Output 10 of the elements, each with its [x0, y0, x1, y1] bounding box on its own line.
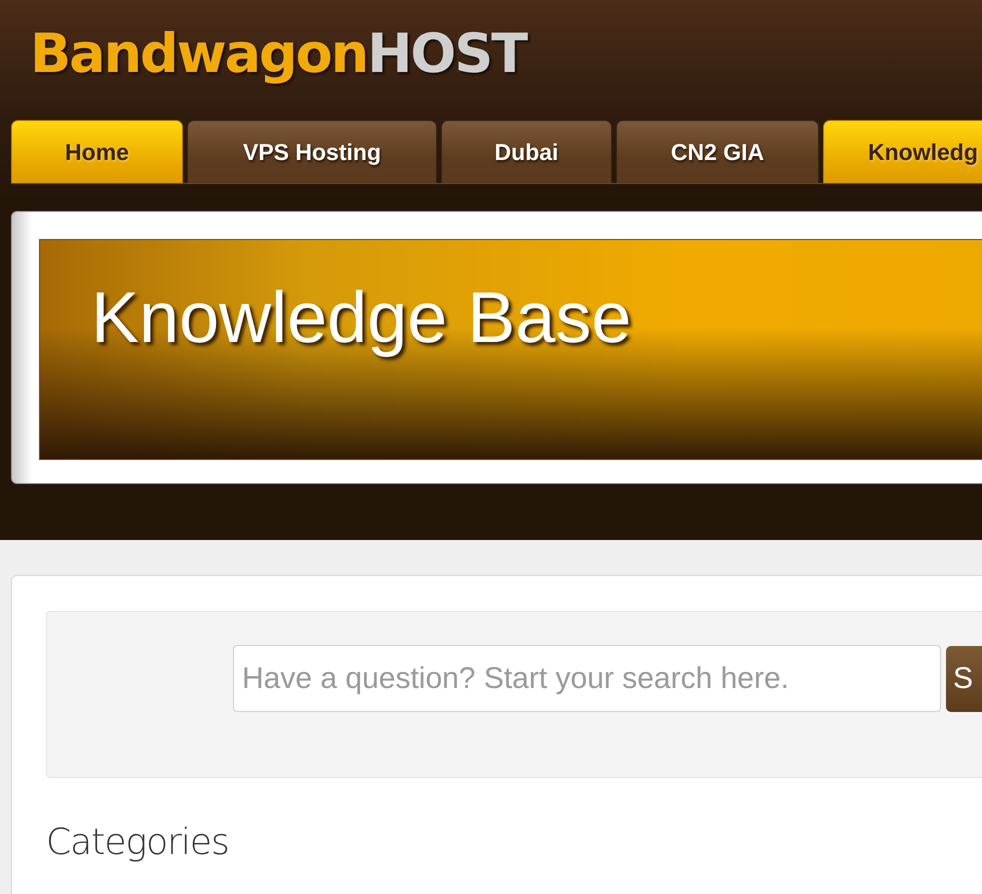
logo-text[interactable]: BandwagonHOST	[30, 22, 526, 86]
search-button[interactable]: S	[946, 646, 982, 712]
section-heading: Categories	[46, 822, 229, 863]
nav-tab[interactable]: Dubai	[441, 120, 612, 183]
search-field[interactable]: Have a question? Start your search here.	[233, 645, 941, 712]
nav-tab[interactable]: VPS Hosting	[187, 120, 437, 183]
nav-tab[interactable]: CN2 GIA	[616, 120, 819, 183]
nav-tab[interactable]: Knowledg	[823, 120, 982, 183]
nav-tab[interactable]: Home	[11, 120, 183, 183]
page-title: Knowledge Base	[91, 278, 632, 358]
